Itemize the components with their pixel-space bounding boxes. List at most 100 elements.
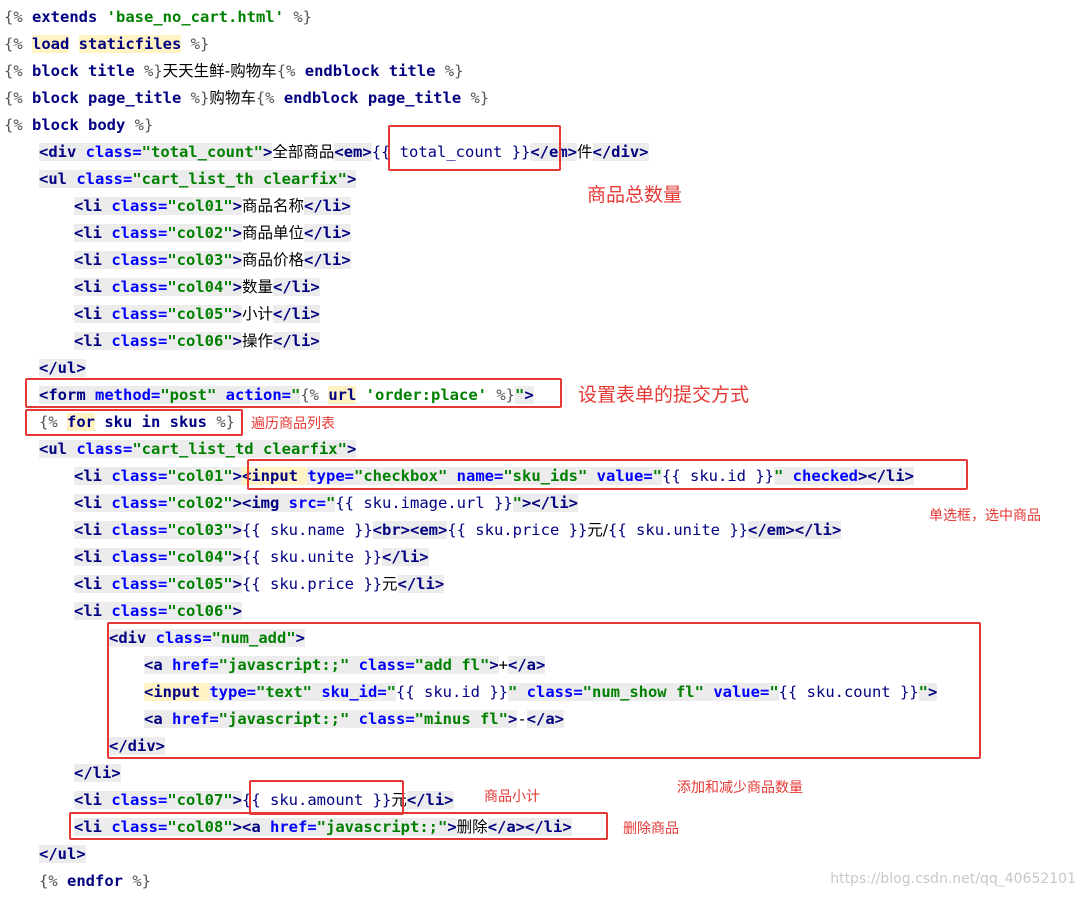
code-token: > [232, 224, 242, 242]
code-line[interactable]: <li class="col05">小计</li> [74, 301, 320, 328]
code-token: block [32, 89, 79, 107]
code-token: <a [242, 818, 270, 836]
code-token: "col06" [167, 332, 233, 350]
code-line[interactable]: <form method="post" action="{% url 'orde… [39, 382, 534, 409]
code-token: <li [74, 521, 112, 539]
code-token: class= [111, 197, 168, 215]
code-line[interactable]: </div> [109, 733, 165, 760]
code-line[interactable]: <li class="col05">{{ sku.price }}元</li> [74, 571, 445, 598]
code-token: class= [111, 494, 168, 512]
code-line[interactable]: <ul class="cart_list_td clearfix"> [39, 436, 357, 463]
code-line[interactable]: <div class="num_add"> [109, 625, 306, 652]
code-line[interactable]: {% extends 'base_no_cart.html' %} [4, 4, 312, 31]
code-token: > [295, 629, 306, 647]
code-token: > [232, 332, 242, 350]
code-line[interactable]: <li class="col02">商品单位</li> [74, 220, 351, 247]
code-line[interactable]: <li class="col07">{{ sku.amount }}元</li> [74, 787, 454, 814]
code-token: {{ sku.count }} [778, 683, 919, 701]
code-line[interactable]: <ul class="cart_list_th clearfix"> [39, 166, 357, 193]
code-line[interactable]: <a href="javascript:;" class="add fl">+<… [144, 652, 546, 679]
code-token: </a> [487, 818, 526, 836]
code-token: " [386, 683, 396, 701]
code-line[interactable]: <li class="col06"> [74, 598, 242, 625]
code-token: {{ sku.id }} [662, 467, 774, 485]
code-token: "javascript:;" [218, 656, 350, 674]
code-token: 元 [381, 575, 398, 593]
code-token: value= [703, 683, 770, 701]
code-line[interactable]: <li class="col04">{{ sku.unite }}</li> [74, 544, 429, 571]
code-token: " [512, 494, 522, 512]
code-token: %} [144, 62, 163, 80]
code-token: src= [288, 494, 326, 512]
code-token: </li> [531, 494, 579, 512]
watermark: https://blog.csdn.net/qq_40652101 [830, 871, 1076, 887]
code-token: " [515, 386, 525, 404]
code-token: value= [587, 467, 653, 485]
code-token: - [517, 710, 527, 728]
code-token: "col07" [167, 791, 233, 809]
code-token: > [232, 197, 242, 215]
code-line[interactable]: <div class="total_count">全部商品<em>{{ tota… [39, 139, 649, 166]
code-token: <li [74, 818, 112, 836]
code-line[interactable]: <li class="col04">数量</li> [74, 274, 320, 301]
code-token: "total_count" [141, 143, 263, 161]
code-editor[interactable]: {% extends 'base_no_cart.html' %} {% load… [0, 0, 1084, 897]
code-token: "col03" [167, 251, 233, 269]
code-line[interactable]: <li class="col06">操作</li> [74, 328, 320, 355]
code-token: name= [447, 467, 504, 485]
code-line[interactable]: {% endfor %} [39, 868, 151, 895]
code-token: </li> [794, 521, 842, 539]
code-token: "col02" [167, 494, 233, 512]
code-token: checked [783, 467, 858, 485]
code-line[interactable]: <li class="col08"><a href="javascript:;"… [74, 814, 572, 841]
code-token: extends [32, 8, 98, 26]
code-line[interactable]: <li class="col03">商品价格</li> [74, 247, 351, 274]
code-line[interactable]: </ul> [39, 841, 86, 868]
code-token: "num_add" [211, 629, 296, 647]
code-token: "javascript:;" [218, 710, 350, 728]
code-line[interactable]: <input type="text" sku_id="{{ sku.id }}"… [144, 679, 938, 706]
code-token: {% [300, 386, 329, 404]
code-line[interactable]: {% block title %}天天生鲜-购物车{% endblock tit… [4, 58, 463, 85]
code-token: > [232, 278, 242, 296]
code-token: "javascript:;" [316, 818, 448, 836]
code-token: %} [283, 8, 312, 26]
annotation-checkbox: 单选框，选中商品 [929, 508, 1041, 524]
code-token: > [232, 521, 242, 539]
code-token: "num_show fl" [582, 683, 704, 701]
code-line[interactable]: <li class="col02"><img src="{{ sku.image… [74, 490, 579, 517]
code-token: 件 [577, 143, 593, 161]
code-token: load [32, 35, 70, 53]
code-line[interactable]: </li> [74, 760, 121, 787]
code-token: type= [209, 683, 256, 701]
code-line[interactable]: <li class="col03">{{ sku.name }}<br><em>… [74, 517, 842, 544]
code-line[interactable]: {% for sku in skus %} [39, 409, 235, 436]
code-token: endblock [304, 62, 380, 80]
code-token: for [67, 413, 95, 431]
code-line[interactable]: <li class="col01"><input type="checkbox"… [74, 463, 914, 490]
code-token: {% [4, 62, 32, 80]
code-line[interactable]: </ul> [39, 355, 86, 382]
annotation-amount: 商品小计 [484, 789, 540, 805]
code-token: 购物车 [209, 89, 256, 107]
code-line[interactable]: <a href="javascript:;" class="minus fl">… [144, 706, 564, 733]
code-token: {% [4, 89, 32, 107]
code-token: 商品单位 [242, 224, 305, 242]
code-token: <input [144, 683, 210, 701]
code-token: %} [181, 35, 210, 53]
code-line[interactable]: <li class="col01">商品名称</li> [74, 193, 351, 220]
code-line[interactable]: {% block page_title %}购物车{% endblock pag… [4, 85, 489, 112]
code-token: <li [74, 467, 112, 485]
code-token: class= [111, 467, 168, 485]
code-token: {{ total_count }} [371, 143, 531, 161]
code-token: " [507, 683, 518, 701]
code-line[interactable]: {% block body %} [4, 112, 153, 139]
code-token: {% [39, 872, 67, 890]
code-token: > [447, 818, 457, 836]
code-token: > [232, 602, 242, 620]
code-token: "cart_list_td clearfix" [132, 440, 347, 458]
code-token: "col04" [167, 278, 233, 296]
code-token: class= [349, 656, 415, 674]
code-line[interactable]: {% load staticfiles %} [4, 31, 209, 58]
